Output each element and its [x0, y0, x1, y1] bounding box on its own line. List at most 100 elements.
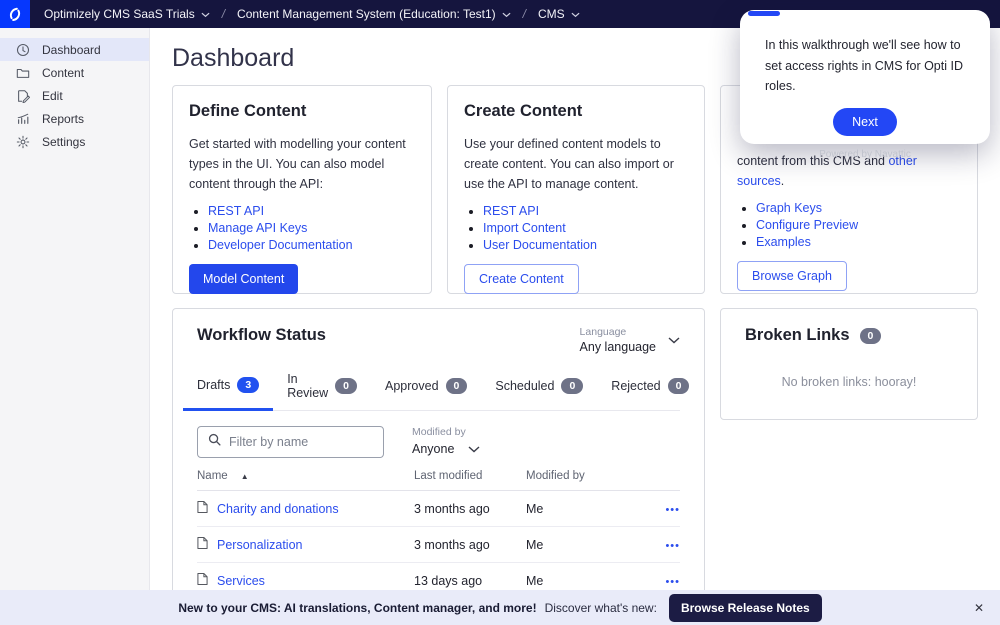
release-notes-banner: New to your CMS: AI translations, Conten…: [0, 590, 1000, 625]
column-header-name[interactable]: Name▲: [197, 470, 414, 482]
column-header-last-modified[interactable]: Last modified: [414, 470, 526, 482]
tab-in-review[interactable]: In Review 0: [273, 362, 371, 410]
table-row: Services 13 days ago Me •••: [197, 563, 680, 590]
sort-asc-icon: ▲: [241, 472, 249, 481]
search-icon: [208, 433, 221, 451]
modified-by-value: Anyone: [412, 442, 454, 456]
create-content-body: Use your defined content models to creat…: [464, 134, 688, 194]
banner-bold-text: New to your CMS: AI translations, Conten…: [178, 601, 536, 615]
configure-preview-link[interactable]: Configure Preview: [756, 218, 858, 232]
define-content-body: Get started with modelling your content …: [189, 134, 415, 194]
language-selector[interactable]: Language Any language: [580, 326, 680, 354]
sidebar-item-edit[interactable]: Edit: [0, 84, 149, 107]
document-icon: [197, 572, 208, 589]
sidebar-item-dashboard[interactable]: Dashboard: [0, 38, 149, 61]
breadcrumb-account[interactable]: Optimizely CMS SaaS Trials: [44, 7, 210, 21]
breadcrumb-product[interactable]: CMS: [538, 7, 580, 21]
browse-graph-button[interactable]: Browse Graph: [737, 261, 847, 291]
sidebar-item-label: Settings: [42, 135, 85, 149]
rest-api-link[interactable]: REST API: [483, 204, 539, 218]
walkthrough-footer: Powered by Navattic: [740, 149, 990, 160]
document-icon: [197, 500, 208, 517]
last-modified-cell: 3 months ago: [414, 502, 526, 516]
broken-links-title: Broken Links: [745, 326, 850, 345]
broken-links-count-badge: 0: [860, 328, 882, 344]
examples-link[interactable]: Examples: [756, 235, 811, 249]
content-item-link[interactable]: Services: [197, 572, 265, 589]
manage-api-keys-link[interactable]: Manage API Keys: [208, 221, 307, 235]
language-label: Language: [580, 326, 656, 338]
chart-icon: [16, 112, 30, 126]
breadcrumb-account-label: Optimizely CMS SaaS Trials: [44, 7, 195, 21]
browse-release-notes-button[interactable]: Browse Release Notes: [669, 594, 822, 622]
sidebar-item-label: Reports: [42, 112, 84, 126]
workflow-tabs: Drafts 3 In Review 0 Approved 0 Schedule…: [183, 362, 680, 411]
walkthrough-text: In this walkthrough we'll see how to set…: [740, 10, 990, 97]
tab-count-badge: 0: [668, 378, 690, 394]
workflow-status-card: Workflow Status Language Any language Dr…: [172, 308, 705, 590]
page-title: Dashboard: [172, 44, 294, 73]
optimizely-logo[interactable]: [0, 0, 30, 28]
breadcrumb-project[interactable]: Content Management System (Education: Te…: [237, 7, 511, 21]
chevron-down-icon: [201, 7, 210, 21]
developer-documentation-link[interactable]: Developer Documentation: [208, 238, 353, 252]
banner-close-icon[interactable]: ✕: [974, 601, 984, 615]
tab-approved[interactable]: Approved 0: [371, 362, 481, 410]
folder-icon: [16, 66, 30, 80]
modified-by-cell: Me: [526, 538, 654, 552]
language-value: Any language: [580, 340, 656, 354]
content-item-link[interactable]: Charity and donations: [197, 500, 339, 517]
deliver-content-links: Graph Keys Configure Preview Examples: [737, 201, 961, 249]
breadcrumb-separator: /: [523, 7, 526, 21]
row-actions-menu[interactable]: •••: [665, 504, 680, 516]
tab-count-badge: 0: [561, 378, 583, 394]
create-content-button[interactable]: Create Content: [464, 264, 579, 294]
import-content-link[interactable]: Import Content: [483, 221, 566, 235]
tab-drafts[interactable]: Drafts 3: [183, 362, 273, 411]
user-documentation-link[interactable]: User Documentation: [483, 238, 597, 252]
optimizely-logo-icon: [6, 5, 24, 23]
gear-icon: [16, 135, 30, 149]
modified-by-selector[interactable]: Modified by Anyone: [412, 426, 480, 458]
tab-label: In Review: [287, 372, 328, 400]
content-item-link[interactable]: Personalization: [197, 536, 302, 553]
tab-label: Rejected: [611, 379, 660, 393]
last-modified-cell: 3 months ago: [414, 538, 526, 552]
table-row: Charity and donations 3 months ago Me ••…: [197, 491, 680, 527]
tab-rejected[interactable]: Rejected 0: [597, 362, 703, 410]
sidebar-item-reports[interactable]: Reports: [0, 107, 149, 130]
row-actions-menu[interactable]: •••: [665, 540, 680, 552]
tab-count-badge: 0: [335, 378, 357, 394]
tab-count-badge: 3: [237, 377, 259, 393]
create-content-title: Create Content: [464, 102, 688, 121]
modified-by-label: Modified by: [412, 426, 480, 438]
tab-scheduled[interactable]: Scheduled 0: [481, 362, 597, 410]
chevron-down-icon: [571, 7, 580, 21]
sidebar-item-label: Dashboard: [42, 43, 101, 57]
filter-by-name-input[interactable]: [229, 435, 373, 449]
chevron-down-icon: [468, 440, 480, 458]
sidebar-item-label: Edit: [42, 89, 63, 103]
breadcrumb-product-label: CMS: [538, 7, 565, 21]
walkthrough-next-button[interactable]: Next: [833, 108, 897, 136]
sidebar-item-content[interactable]: Content: [0, 61, 149, 84]
last-modified-cell: 13 days ago: [414, 574, 526, 588]
define-content-card: Define Content Get started with modellin…: [172, 85, 432, 294]
tab-label: Drafts: [197, 378, 230, 392]
modified-by-cell: Me: [526, 502, 654, 516]
sidebar-item-settings[interactable]: Settings: [0, 130, 149, 153]
table-header-row: Name▲ Last modified Modified by: [197, 470, 680, 491]
breadcrumb-separator: /: [222, 7, 225, 21]
define-content-title: Define Content: [189, 102, 415, 121]
banner-regular-text: Discover what's new:: [545, 601, 657, 615]
model-content-button[interactable]: Model Content: [189, 264, 298, 294]
rest-api-link[interactable]: REST API: [208, 204, 264, 218]
column-header-modified-by[interactable]: Modified by: [526, 470, 654, 482]
sidebar-item-label: Content: [42, 66, 84, 80]
chevron-down-icon: [668, 331, 680, 349]
create-content-links: REST API Import Content User Documentati…: [464, 204, 688, 252]
graph-keys-link[interactable]: Graph Keys: [756, 201, 822, 215]
chevron-down-icon: [502, 7, 511, 21]
row-actions-menu[interactable]: •••: [665, 576, 680, 588]
gauge-icon: [16, 43, 30, 57]
